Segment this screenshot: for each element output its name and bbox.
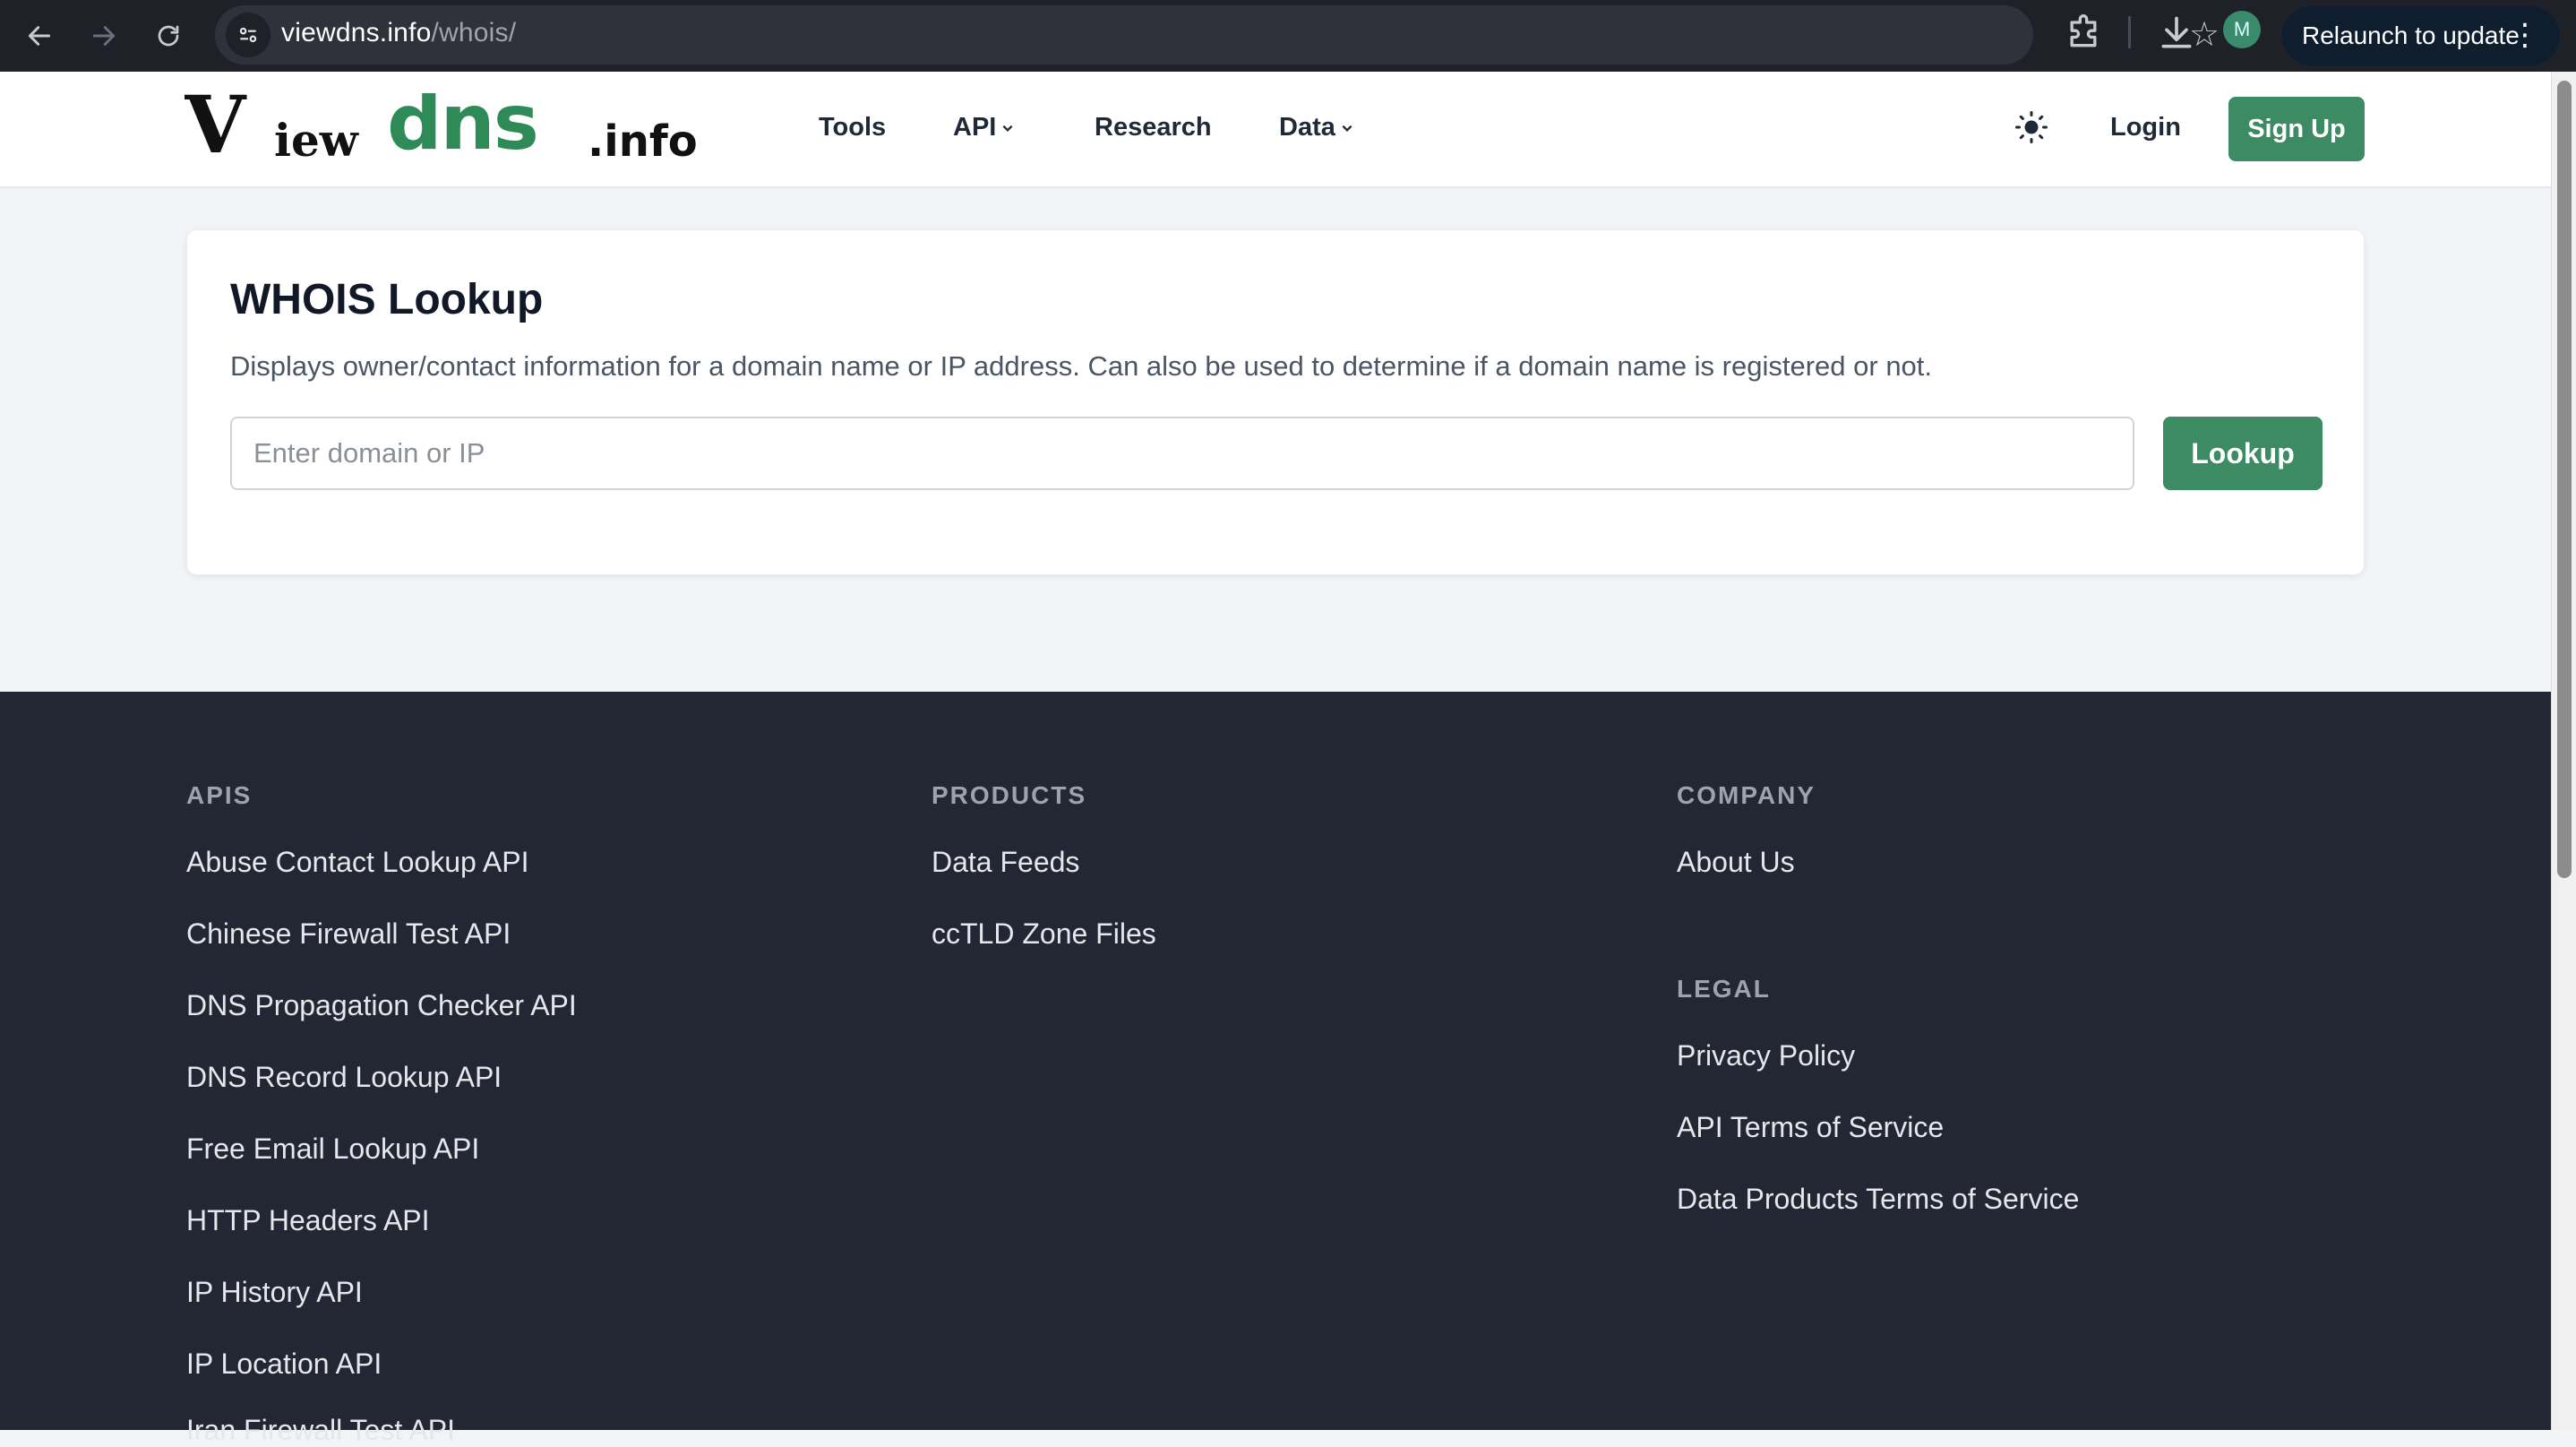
footer-link[interactable]: Chinese Firewall Test API — [186, 917, 511, 951]
footer-link[interactable]: Free Email Lookup API — [186, 1133, 479, 1166]
footer-link[interactable]: DNS Propagation Checker API — [186, 989, 577, 1022]
sun-icon[interactable] — [2015, 111, 2048, 143]
nav-tools[interactable]: Tools — [819, 113, 886, 142]
login-link[interactable]: Login — [2110, 113, 2181, 142]
relaunch-button[interactable]: Relaunch to update ⋮ — [2282, 6, 2560, 65]
footer-link[interactable]: Data Products Terms of Service — [1677, 1183, 2079, 1216]
domain-input[interactable] — [230, 417, 2134, 490]
site-footer: APIS Abuse Contact Lookup API Chinese Fi… — [0, 692, 2551, 1446]
page-title: WHOIS Lookup — [230, 276, 544, 323]
profile-avatar[interactable]: M — [2223, 11, 2261, 48]
svg-text:.info: .info — [588, 116, 698, 165]
viewdns-logo[interactable]: V iew dns .info — [185, 93, 726, 165]
footer-link[interactable]: Data Feeds — [932, 846, 1079, 879]
footer-link[interactable]: Abuse Contact Lookup API — [186, 846, 528, 879]
reload-icon[interactable] — [145, 13, 192, 59]
footer-link[interactable]: API Terms of Service — [1677, 1111, 1944, 1144]
svg-text:iew: iew — [274, 114, 360, 165]
footer-link[interactable]: DNS Record Lookup API — [186, 1061, 502, 1094]
download-icon[interactable] — [2157, 11, 2196, 56]
url-text: viewdns.info/whois/ — [281, 18, 517, 47]
footer-heading-legal: LEGAL — [1677, 975, 1771, 1003]
browser-toolbar: viewdns.info/whois/ ☆ M Relaunch to upda… — [0, 0, 2576, 72]
footer-link[interactable]: IP Location API — [186, 1348, 382, 1381]
footer-link[interactable]: IP History API — [186, 1276, 363, 1309]
page-content: V iew dns .info Tools API Research Data … — [0, 72, 2551, 1446]
nav-data[interactable]: Data — [1279, 113, 1353, 142]
chevron-down-icon — [1342, 125, 1352, 133]
footer-link[interactable]: ccTLD Zone Files — [932, 917, 1156, 951]
site-header: V iew dns .info Tools API Research Data … — [0, 72, 2551, 188]
footer-link[interactable]: Iran Firewall Test API — [186, 1414, 455, 1447]
back-icon[interactable] — [16, 13, 63, 59]
whois-lookup-card: WHOIS Lookup Displays owner/contact info… — [186, 229, 2365, 575]
forward-icon[interactable] — [81, 13, 127, 59]
toolbar-divider — [2128, 16, 2131, 48]
footer-heading-apis: APIS — [186, 781, 253, 809]
page-description: Displays owner/contact information for a… — [230, 350, 1933, 382]
nav-api[interactable]: API — [953, 113, 1014, 142]
footer-heading-company: COMPANY — [1677, 781, 1816, 809]
signup-button[interactable]: Sign Up — [2228, 97, 2365, 161]
svg-text:dns: dns — [387, 93, 537, 165]
site-info-icon[interactable] — [226, 13, 270, 57]
extensions-icon[interactable] — [2064, 13, 2103, 52]
chevron-down-icon — [1002, 125, 1013, 133]
svg-text:V: V — [185, 93, 247, 165]
footer-link[interactable]: HTTP Headers API — [186, 1204, 430, 1237]
page-scrollbar[interactable] — [2551, 72, 2576, 1430]
lookup-button[interactable]: Lookup — [2163, 417, 2323, 490]
footer-link[interactable]: Privacy Policy — [1677, 1039, 1855, 1072]
more-menu-icon[interactable]: ⋮ — [2510, 17, 2540, 53]
nav-research[interactable]: Research — [1095, 113, 1212, 142]
relaunch-label: Relaunch to update — [2302, 22, 2520, 49]
address-bar[interactable]: viewdns.info/whois/ ☆ — [215, 5, 2220, 65]
footer-heading-products: PRODUCTS — [932, 781, 1087, 809]
scrollbar-thumb[interactable] — [2557, 81, 2572, 878]
footer-link[interactable]: About Us — [1677, 846, 1795, 879]
